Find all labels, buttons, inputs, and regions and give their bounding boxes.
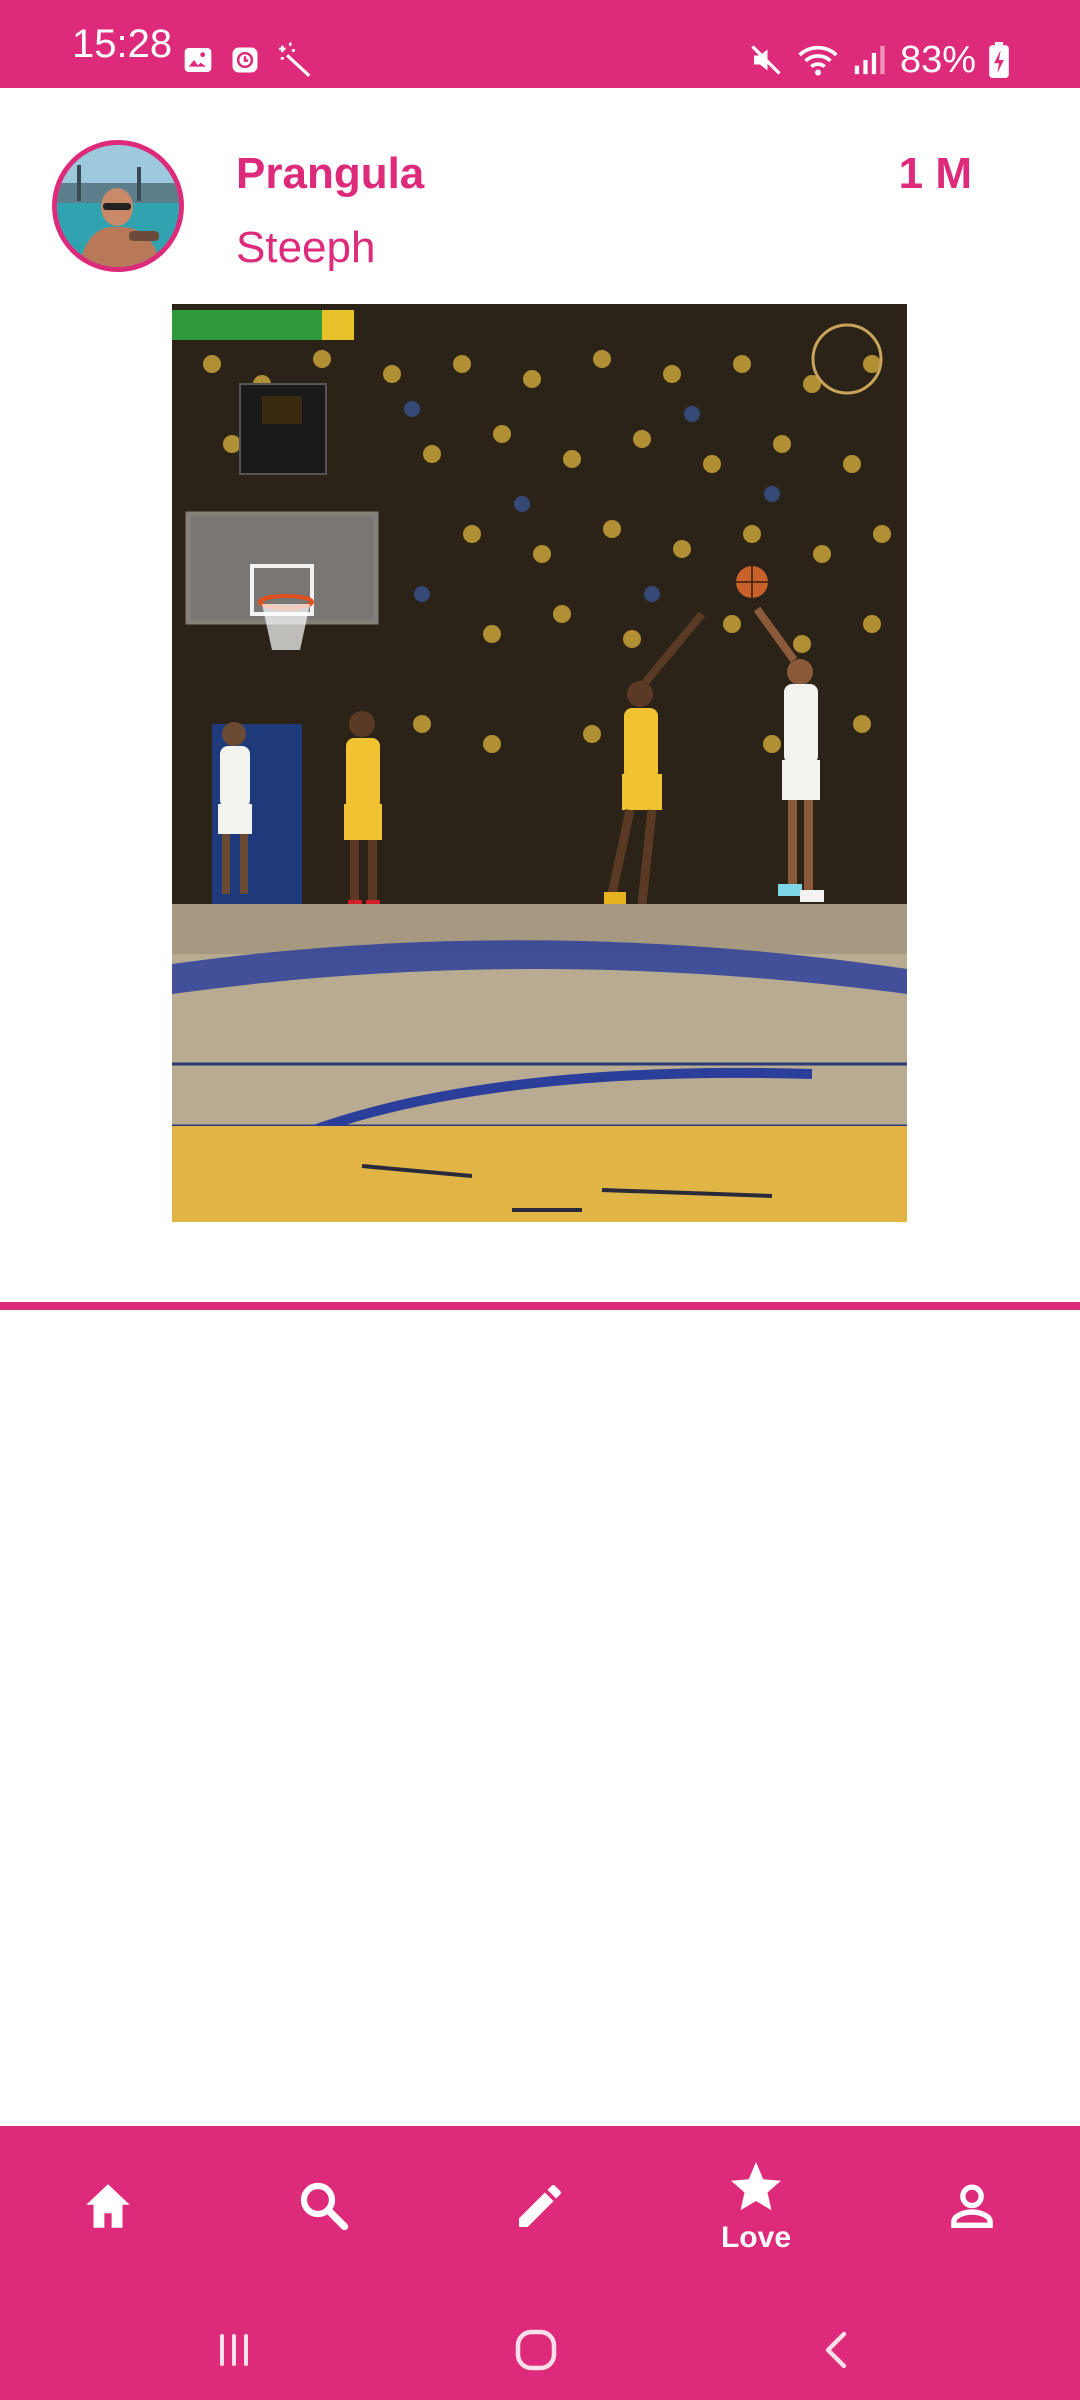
home-icon — [86, 2184, 130, 2228]
gallery-icon — [184, 48, 212, 72]
back-icon — [825, 2331, 847, 2369]
nav-item-love[interactable]: Love — [648, 2126, 864, 2286]
nav-item-search[interactable] — [216, 2126, 432, 2286]
home-circle-icon — [515, 2329, 557, 2371]
nav-item-home[interactable] — [0, 2126, 216, 2286]
status-icons-right: 83% — [736, 36, 1010, 84]
post-subtitle: Steeph — [236, 223, 376, 272]
wifi-icon — [798, 45, 838, 76]
nav-item-profile[interactable] — [864, 2126, 1080, 2286]
back-button[interactable] — [788, 2314, 888, 2386]
post-time: 1 M — [898, 149, 972, 198]
status-time: 15:28 — [72, 22, 173, 66]
divider — [0, 1302, 1080, 1310]
nav-item-edit[interactable] — [432, 2126, 648, 2286]
magic-wand-icon — [279, 42, 311, 77]
nav-label-love: Love — [720, 2221, 792, 2254]
post-username[interactable]: Prangula — [236, 148, 424, 200]
battery-percent: 83% — [899, 38, 976, 81]
star-icon — [731, 2162, 781, 2211]
mute-icon — [751, 45, 781, 75]
app-screen: 15:28 83% Prangula Steeph 1 M Love — [0, 0, 1080, 2400]
avatar-photo — [57, 145, 179, 267]
signal-icon — [854, 45, 885, 75]
system-nav-bar — [0, 2300, 1080, 2400]
pencil-icon — [519, 2185, 561, 2227]
home-system-button[interactable] — [486, 2314, 586, 2386]
recent-apps-button[interactable] — [184, 2314, 284, 2386]
battery-charging-icon — [989, 42, 1009, 78]
status-icons-left — [182, 40, 330, 80]
status-bar: 15:28 83% — [0, 0, 1080, 88]
post-image[interactable] — [172, 304, 907, 1222]
person-icon — [951, 2184, 993, 2228]
search-icon — [300, 2182, 349, 2231]
clock-app-icon — [232, 47, 258, 73]
basketball-game-photo — [172, 304, 907, 1222]
avatar[interactable] — [52, 140, 184, 272]
recent-apps-icon — [220, 2334, 248, 2366]
